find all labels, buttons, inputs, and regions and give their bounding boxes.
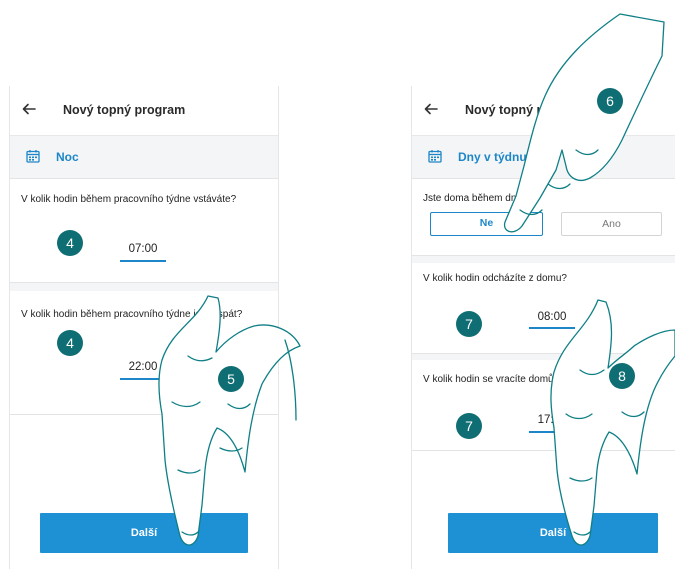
page-title: Nový topný program <box>63 103 186 117</box>
option-no-button[interactable]: Ne <box>430 212 543 236</box>
app-header: Nový topný program <box>412 86 675 136</box>
app-header: Nový topný program <box>10 86 278 136</box>
calendar-icon <box>26 150 40 163</box>
leave-question: V kolik hodin odcházíte z domu? <box>423 273 567 284</box>
return-time-card: V kolik hodin se vracíte domů? 17:00 <box>412 360 675 451</box>
program-type-row[interactable]: Noc <box>10 136 278 179</box>
step-badge: 4 <box>57 230 83 256</box>
back-arrow-icon[interactable] <box>22 103 36 115</box>
calendar-icon <box>428 150 442 163</box>
return-time-value[interactable]: 17:00 <box>529 414 575 426</box>
sleep-time-underline <box>120 378 166 380</box>
leave-time-value[interactable]: 08:00 <box>529 311 575 323</box>
step-badge: 8 <box>609 363 635 389</box>
sleep-question: V kolik hodin během pracovního týdne jde… <box>21 309 243 320</box>
sleep-time-card: V kolik hodin během pracovního týdne jde… <box>10 291 278 415</box>
step-badge: 4 <box>57 330 83 356</box>
return-time-underline <box>529 431 575 433</box>
wake-time-card: V kolik hodin během pracovního týdne vst… <box>10 179 278 283</box>
home-during-day-card: Jste doma během dne? Ne Ano <box>412 179 675 256</box>
wake-question: V kolik hodin během pracovního týdne vst… <box>21 194 237 205</box>
leave-time-card: V kolik hodin odcházíte z domu? 08:00 <box>412 263 675 354</box>
left-phone-screen: Nový topný program Noc V kolik hodin běh… <box>9 86 279 569</box>
section-gap <box>412 256 675 263</box>
wake-time-underline <box>120 260 166 262</box>
next-button[interactable]: Další <box>448 513 658 553</box>
leave-time-underline <box>529 327 575 329</box>
next-button[interactable]: Další <box>40 513 248 553</box>
wake-time-value[interactable]: 07:00 <box>120 243 166 255</box>
step-badge: 5 <box>218 366 244 392</box>
home-question: Jste doma během dne? <box>423 193 528 204</box>
page-title: Nový topný program <box>465 103 588 117</box>
back-arrow-icon[interactable] <box>424 103 438 115</box>
step-badge: 6 <box>597 88 623 114</box>
program-type-label: Dny v týdnu <box>458 150 527 164</box>
step-badge: 7 <box>456 311 482 337</box>
section-gap <box>10 283 278 291</box>
sleep-time-value[interactable]: 22:00 <box>120 361 166 373</box>
step-badge: 7 <box>456 413 482 439</box>
right-phone-screen: Nový topný program Dny v týdnu Jste doma… <box>411 86 675 569</box>
program-type-label: Noc <box>56 150 79 164</box>
program-type-row[interactable]: Dny v týdnu <box>412 136 675 179</box>
option-yes-button[interactable]: Ano <box>561 212 662 236</box>
